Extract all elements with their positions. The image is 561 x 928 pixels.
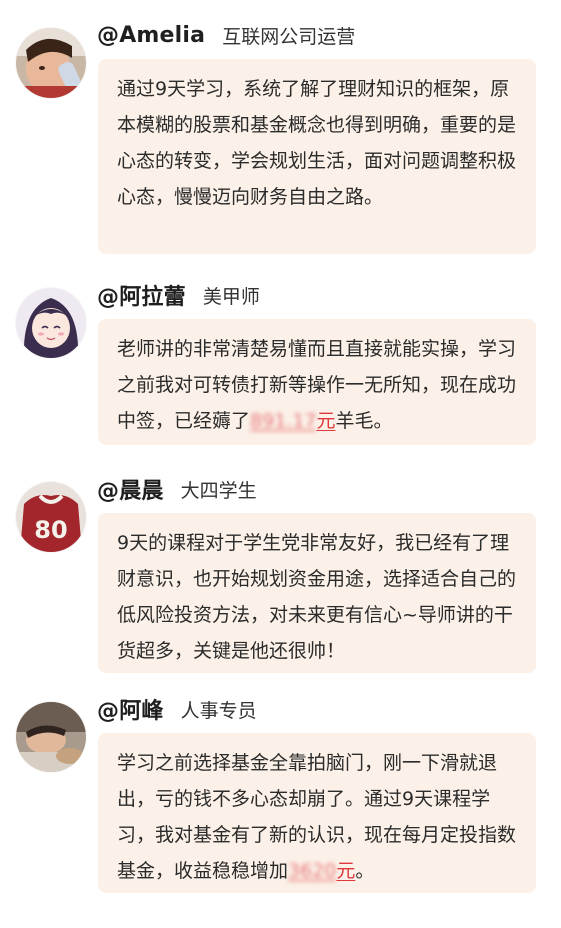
testimonial-text: 通过9天学习，系统了解了理财知识的框架，原本模糊的股票和基金概念也得到明确，重要… [117,78,517,208]
earned-amount: 3620元 [288,860,355,882]
earned-amount: 891.17元 [250,410,336,432]
user-header: @阿峰 人事专员 [97,690,257,728]
testimonial-card: 80 @晨晨 大四学生 9天的课程对于学生党非常友好，我已经有了理财意识，也开始… [0,470,561,675]
testimonial-bubble: 老师讲的非常清楚易懂而且直接就能实操，学习之前我对可转债打新等操作一无所知，现在… [98,319,536,445]
user-header: @Amelia 互联网公司运营 [97,16,355,54]
amount-unit: 元 [316,410,336,432]
testimonial-text-tail: 。 [355,860,375,882]
user-role: 大四学生 [180,479,257,502]
amount-unit: 元 [336,860,356,882]
user-role: 美甲师 [202,285,260,308]
avatar-jersey-icon: 80 [16,482,86,552]
user-role: 互联网公司运营 [222,25,356,48]
user-name: @阿峰 [97,699,164,724]
avatar-anime-girl-icon [16,288,86,358]
testimonial-card: @阿峰 人事专员 学习之前选择基金全靠拍脑门，刚一下滑就退出，亏的钱不多心态却崩… [0,690,561,900]
avatar-sleeping-person-icon [16,702,86,772]
user-header: @阿拉蕾 美甲师 [97,276,260,314]
user-name: @晨晨 [97,479,164,504]
testimonial-text: 学习之前选择基金全靠拍脑门，刚一下滑就退出，亏的钱不多心态却崩了。通过9天课程学… [117,745,522,889]
user-name: @阿拉蕾 [97,285,186,310]
avatar-child-drinking-icon [16,28,86,98]
amount-value: 891.17 [250,410,317,432]
user-name: @Amelia [97,22,206,48]
testimonial-bubble: 学习之前选择基金全靠拍脑门，刚一下滑就退出，亏的钱不多心态却崩了。通过9天课程学… [98,733,536,893]
amount-value: 3620 [288,860,337,882]
user-header: @晨晨 大四学生 [97,470,257,508]
svg-text:80: 80 [34,516,67,544]
testimonial-bubble: 通过9天学习，系统了解了理财知识的框架，原本模糊的股票和基金概念也得到明确，重要… [98,59,536,254]
testimonial-text-tail: 羊毛。 [335,410,393,432]
testimonial-text: 老师讲的非常清楚易懂而且直接就能实操，学习之前我对可转债打新等操作一无所知，现在… [117,331,522,439]
testimonial-text: 9天的课程对于学生党非常友好，我已经有了理财意识，也开始规划资金用途，选择适合自… [117,532,517,662]
testimonial-card: @阿拉蕾 美甲师 老师讲的非常清楚易懂而且直接就能实操，学习之前我对可转债打新等… [0,276,561,451]
user-role: 人事专员 [180,699,257,722]
testimonial-card: @Amelia 互联网公司运营 通过9天学习，系统了解了理财知识的框架，原本模糊… [0,16,561,256]
testimonial-bubble: 9天的课程对于学生党非常友好，我已经有了理财意识，也开始规划资金用途，选择适合自… [98,513,536,673]
